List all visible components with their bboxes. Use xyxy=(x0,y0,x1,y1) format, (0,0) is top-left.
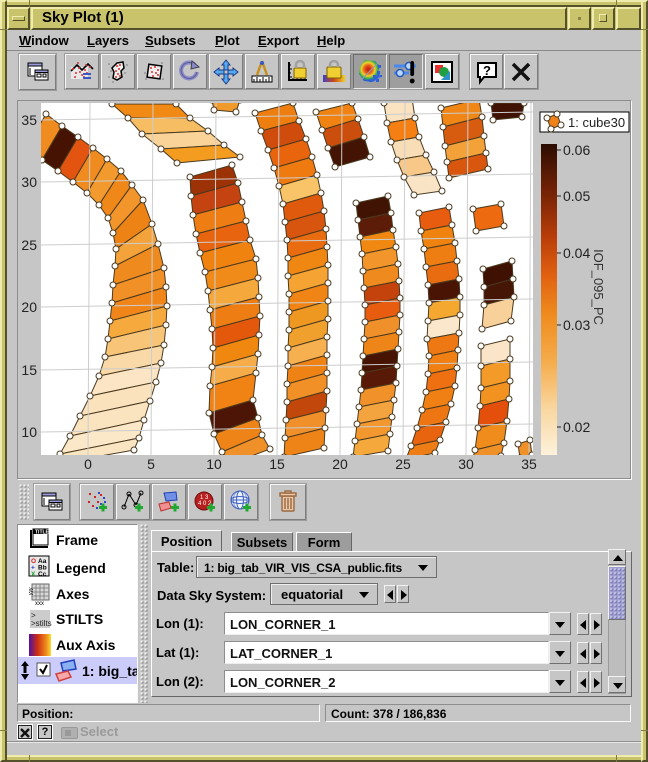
svg-text:0.04: 0.04 xyxy=(563,245,590,261)
svg-text:0: 0 xyxy=(84,456,92,472)
svg-text:Legend: Legend xyxy=(56,560,106,576)
svg-text:TITLE: TITLE xyxy=(35,530,50,536)
svg-text:15: 15 xyxy=(269,456,285,472)
svg-text:15: 15 xyxy=(21,362,37,378)
svg-text:35: 35 xyxy=(21,112,37,128)
svg-text:Axes: Axes xyxy=(56,586,90,602)
svg-text:0.06: 0.06 xyxy=(563,142,590,158)
svg-text:X: X xyxy=(31,571,36,578)
svg-text:30: 30 xyxy=(458,456,474,472)
svg-text:1: big_tab: 1: big_tab xyxy=(82,663,137,679)
svg-text:30: 30 xyxy=(21,174,37,190)
svg-text:yyy: yyy xyxy=(28,587,34,595)
svg-text:25: 25 xyxy=(395,456,411,472)
svg-text:xxx: xxx xyxy=(35,601,44,607)
svg-text:Frame: Frame xyxy=(56,532,98,548)
svg-text:35: 35 xyxy=(521,456,537,472)
svg-text:0.03: 0.03 xyxy=(563,317,590,333)
svg-text:0.05: 0.05 xyxy=(563,188,590,204)
svg-text:IOF_095_PC: IOF_095_PC xyxy=(591,249,606,325)
svg-text:25: 25 xyxy=(21,237,37,253)
svg-text:10: 10 xyxy=(21,424,37,440)
svg-text:1: cube30: 1: cube30 xyxy=(568,115,625,130)
svg-text:0.02: 0.02 xyxy=(563,419,590,435)
svg-text:5: 5 xyxy=(147,456,155,472)
svg-text:20: 20 xyxy=(332,456,348,472)
svg-text:>stilts: >stilts xyxy=(31,619,52,628)
svg-text:Aux Axis: Aux Axis xyxy=(56,637,116,653)
svg-text:10: 10 xyxy=(206,456,222,472)
svg-text:20: 20 xyxy=(21,299,37,315)
svg-text:?: ? xyxy=(483,63,491,78)
svg-text:Cc: Cc xyxy=(38,571,47,578)
svg-text:STILTS: STILTS xyxy=(56,611,103,627)
